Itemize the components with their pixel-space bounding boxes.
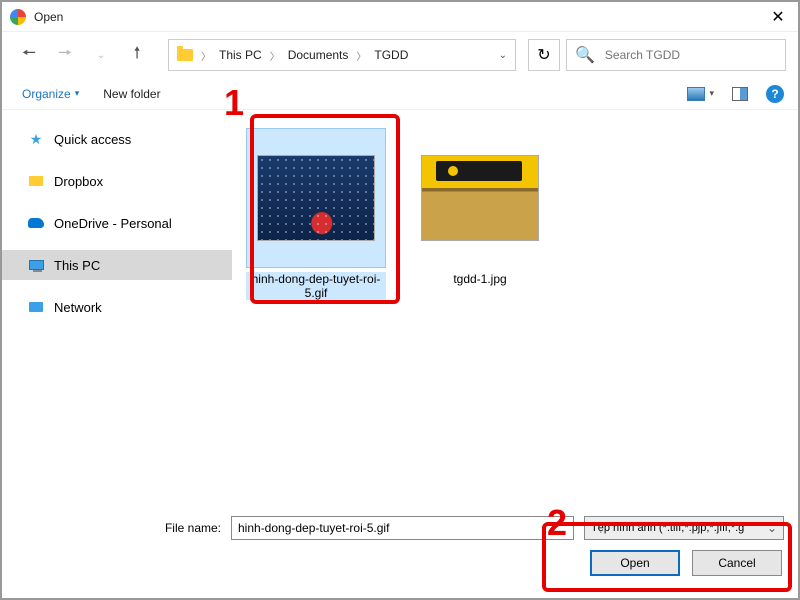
sidebar-item-label: Network [54, 300, 102, 315]
recent-dropdown[interactable]: ⌄ [86, 40, 116, 70]
help-button[interactable]: ? [766, 85, 784, 103]
up-button[interactable]: 🠕 [122, 40, 152, 70]
search-box[interactable]: 🔍 [566, 39, 786, 71]
filetype-filter[interactable]: Tệp hình ảnh (*.tiff;*.pjp;*.jfif;*.g [584, 516, 784, 540]
chevron-right-icon: 〉 [201, 48, 211, 63]
file-name: hinh-dong-dep-tuyet-roi-5.gif [246, 272, 386, 300]
onedrive-icon [28, 215, 44, 231]
sidebar-item-label: Dropbox [54, 174, 103, 189]
file-list: hinh-dong-dep-tuyet-roi-5.gif tgdd-1.jpg [232, 110, 798, 520]
view-icon [687, 87, 705, 101]
cancel-button[interactable]: Cancel [692, 550, 782, 576]
chevron-right-icon: 〉 [270, 48, 280, 63]
pc-icon [28, 257, 44, 273]
star-icon: ★ [28, 131, 44, 147]
preview-pane-button[interactable] [732, 87, 748, 101]
chevron-down-icon: ▾ [709, 88, 714, 99]
filename-label: File name: [16, 521, 221, 535]
chevron-right-icon: 〉 [356, 48, 366, 63]
open-button[interactable]: Open [590, 550, 680, 576]
sidebar-item-label: Quick access [54, 132, 131, 147]
toolbar: Organize▾ New folder ▾ ? [2, 78, 798, 110]
file-tile[interactable]: hinh-dong-dep-tuyet-roi-5.gif [246, 128, 386, 300]
refresh-button[interactable]: ↻ [528, 39, 560, 71]
window-title: Open [34, 10, 758, 24]
folder-icon [177, 49, 193, 61]
open-dialog: Open ✕ 🠔 🠖 ⌄ 🠕 〉 This PC 〉 Documents 〉 T… [0, 0, 800, 600]
titlebar: Open ✕ [2, 2, 798, 32]
new-folder-button[interactable]: New folder [103, 87, 160, 101]
close-button[interactable]: ✕ [758, 2, 798, 32]
file-tile[interactable]: tgdd-1.jpg [410, 128, 550, 286]
chevron-down-icon: ▾ [75, 88, 80, 99]
sidebar-item-network[interactable]: Network [2, 292, 232, 322]
filename-input[interactable] [231, 516, 574, 540]
chrome-icon [10, 9, 26, 25]
breadcrumb-root[interactable]: This PC [219, 48, 262, 62]
file-thumbnail [421, 155, 539, 241]
callout-1: 1 [224, 82, 244, 124]
file-name: tgdd-1.jpg [410, 272, 550, 286]
footer: File name: Tệp hình ảnh (*.tiff;*.pjp;*.… [2, 504, 798, 598]
network-icon [28, 299, 44, 315]
breadcrumb-mid[interactable]: Documents [288, 48, 349, 62]
file-thumbnail [257, 155, 375, 241]
sidebar: ★ Quick access Dropbox OneDrive - Persona… [2, 110, 232, 520]
view-menu[interactable]: ▾ [687, 87, 714, 101]
dropbox-icon [28, 173, 44, 189]
back-button[interactable]: 🠔 [14, 40, 44, 70]
callout-2: 2 [547, 502, 567, 544]
organize-menu[interactable]: Organize▾ [22, 87, 79, 101]
breadcrumb-leaf[interactable]: TGDD [374, 48, 408, 62]
navbar: 🠔 🠖 ⌄ 🠕 〉 This PC 〉 Documents 〉 TGDD ⌄ ↻… [2, 32, 798, 78]
sidebar-item-label: This PC [54, 258, 100, 273]
sidebar-item-label: OneDrive - Personal [54, 216, 172, 231]
search-icon: 🔍 [575, 45, 595, 65]
search-input[interactable] [603, 47, 777, 63]
sidebar-item-onedrive[interactable]: OneDrive - Personal [2, 208, 232, 238]
address-bar[interactable]: 〉 This PC 〉 Documents 〉 TGDD ⌄ [168, 39, 516, 71]
sidebar-item-this-pc[interactable]: This PC [2, 250, 232, 280]
sidebar-item-dropbox[interactable]: Dropbox [2, 166, 232, 196]
body: ★ Quick access Dropbox OneDrive - Persona… [2, 110, 798, 520]
sidebar-item-quick-access[interactable]: ★ Quick access [2, 124, 232, 154]
chevron-down-icon[interactable]: ⌄ [499, 50, 507, 61]
forward-button[interactable]: 🠖 [50, 40, 80, 70]
